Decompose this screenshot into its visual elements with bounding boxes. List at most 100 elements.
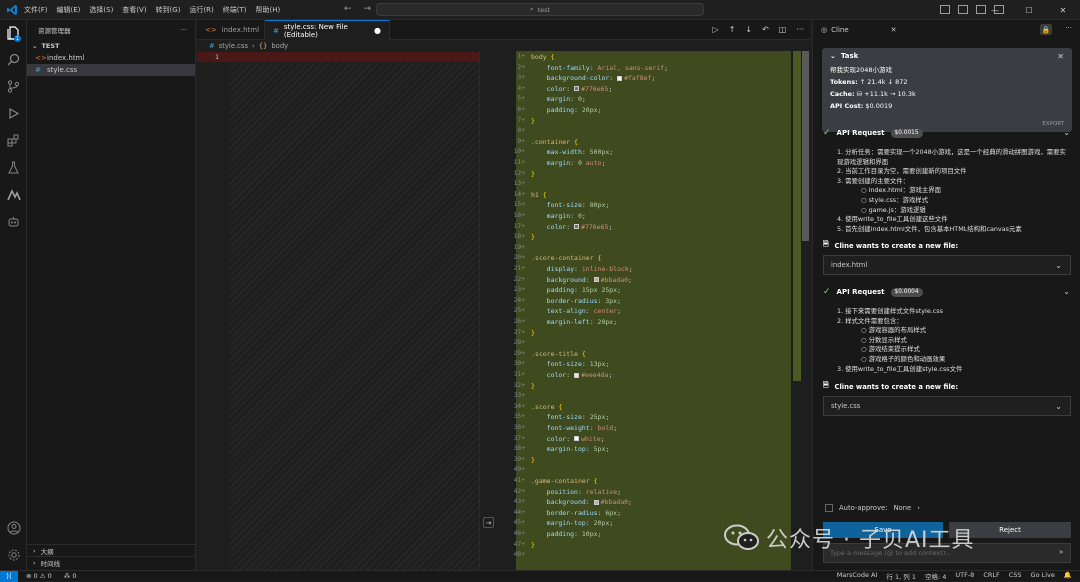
marscode-icon[interactable] xyxy=(6,187,21,202)
chevron-down-icon[interactable]: ⌄ xyxy=(1063,287,1070,296)
file-item-index-html[interactable]: <> index.html xyxy=(27,52,195,64)
code-line[interactable]: h1 { xyxy=(531,190,547,201)
more-actions-icon[interactable]: ··· xyxy=(181,26,187,34)
menu-view[interactable]: 查看(V) xyxy=(122,5,146,15)
code-line[interactable]: padding: 15px 25px; xyxy=(531,285,621,296)
timeline-section[interactable]: › 时间线 xyxy=(27,556,196,568)
command-center-search[interactable]: ⌕ test xyxy=(376,3,704,16)
code-line[interactable]: } xyxy=(531,381,535,392)
status-cursor-position[interactable]: 行 1, 列 1 xyxy=(886,571,916,581)
code-line[interactable]: } xyxy=(531,116,535,127)
auto-approve-row[interactable]: Auto-approve: None › xyxy=(825,504,920,512)
outline-section[interactable]: › 大纲 xyxy=(27,544,196,556)
toggle-sidebar-icon[interactable] xyxy=(940,5,950,14)
code-line[interactable]: padding: 10px; xyxy=(531,529,602,540)
ports-indicator[interactable]: ⁂ 0 xyxy=(64,572,77,580)
color-swatch[interactable] xyxy=(574,86,580,92)
tab-index-html[interactable]: <> index.html xyxy=(197,20,265,40)
status-language[interactable]: CSS xyxy=(1009,571,1022,581)
notifications-bell-icon[interactable]: 🔔 xyxy=(1064,571,1072,581)
code-line[interactable]: text-align: center; xyxy=(531,306,621,317)
code-line[interactable]: display: inline-block; xyxy=(531,264,633,275)
run-debug-icon[interactable] xyxy=(6,106,21,121)
chevron-down-icon[interactable]: ⌄ xyxy=(1063,128,1070,137)
source-control-icon[interactable] xyxy=(6,79,21,94)
auto-approve-checkbox[interactable] xyxy=(825,504,833,512)
folder-root[interactable]: ⌄ TEST xyxy=(27,40,195,52)
code-line[interactable]: font-weight: bold; xyxy=(531,423,617,434)
minimap[interactable] xyxy=(791,51,811,570)
problems-indicator[interactable]: ⊗ 0 ⚠ 0 xyxy=(26,572,52,580)
code-line[interactable]: background-color: #faf8ef; xyxy=(531,73,656,84)
close-window-icon[interactable]: ✕ xyxy=(1046,0,1080,20)
maximize-icon[interactable]: ☐ xyxy=(1012,0,1046,20)
color-swatch[interactable] xyxy=(617,75,623,81)
settings-gear-icon[interactable] xyxy=(6,547,21,562)
file-preview-style-css[interactable]: style.css ⌄ xyxy=(823,396,1071,416)
menu-selection[interactable]: 选择(S) xyxy=(89,5,113,15)
code-line[interactable]: .score-container { xyxy=(531,253,601,264)
account-icon[interactable] xyxy=(6,520,21,535)
file-item-style-css[interactable]: # style.css xyxy=(27,64,195,76)
status-encoding[interactable]: UTF-8 xyxy=(955,571,974,581)
code-line[interactable]: font-size: 25px; xyxy=(531,412,610,423)
more-actions-icon[interactable]: ··· xyxy=(1065,24,1072,32)
code-line[interactable]: margin: 0 auto; xyxy=(531,158,606,169)
color-swatch[interactable] xyxy=(574,224,580,230)
menu-go[interactable]: 转到(G) xyxy=(156,5,181,15)
menu-terminal[interactable]: 终端(T) xyxy=(223,5,247,15)
code-line[interactable]: margin-left: 20px; xyxy=(531,317,617,328)
more-actions-icon[interactable]: ··· xyxy=(796,25,804,34)
code-line[interactable]: } xyxy=(531,455,535,466)
code-line[interactable]: } xyxy=(531,540,535,551)
cline-tab-label[interactable]: Cline xyxy=(831,26,849,34)
diff-modified-pane[interactable]: ⇥ body { font-family: Arial, sans-serif;… xyxy=(479,51,811,570)
status-indentation[interactable]: 空格: 4 xyxy=(925,571,946,581)
code-line[interactable]: color: #776e65; xyxy=(531,222,613,233)
extensions-icon[interactable] xyxy=(6,133,21,148)
color-swatch[interactable] xyxy=(574,436,580,442)
remote-indicator-icon[interactable]: ⟩⟨ xyxy=(0,570,18,582)
code-area[interactable]: body { font-family: Arial, sans-serif; b… xyxy=(529,51,791,570)
forward-arrow-icon[interactable]: → xyxy=(364,4,372,14)
code-line[interactable]: color: #776e65; xyxy=(531,84,613,95)
code-line[interactable]: padding: 20px; xyxy=(531,105,602,116)
code-line[interactable]: font-size: 80px; xyxy=(531,200,610,211)
code-line[interactable]: .score { xyxy=(531,402,562,413)
status-marscode[interactable]: MarsCode AI xyxy=(837,571,878,581)
color-swatch[interactable] xyxy=(574,372,580,378)
code-line[interactable]: margin: 0; xyxy=(531,211,586,222)
code-line[interactable]: font-family: Arial, sans-serif; xyxy=(531,63,668,74)
code-line[interactable]: background: #bbada0; xyxy=(531,275,632,286)
code-line[interactable]: max-width: 500px; xyxy=(531,147,614,158)
code-line[interactable]: border-radius: 6px; xyxy=(531,508,621,519)
arrow-up-icon[interactable]: ↑ xyxy=(729,25,736,34)
code-line[interactable]: margin-top: 5px; xyxy=(531,444,610,455)
code-line[interactable]: border-radius: 3px; xyxy=(531,296,621,307)
color-swatch[interactable] xyxy=(593,277,599,283)
menu-file[interactable]: 文件(F) xyxy=(24,5,48,15)
back-arrow-icon[interactable]: ← xyxy=(344,4,352,14)
code-line[interactable]: } xyxy=(531,328,535,339)
cline-robot-icon[interactable] xyxy=(6,214,21,229)
code-line[interactable]: color: white; xyxy=(531,434,605,445)
code-line[interactable]: margin: 0; xyxy=(531,94,586,105)
code-line[interactable]: font-size: 13px; xyxy=(531,359,610,370)
api-request-2[interactable]: ✓ API Request $0.0004 xyxy=(823,286,923,298)
arrow-down-icon[interactable]: ↓ xyxy=(745,25,752,34)
chevron-down-icon[interactable]: ⌄ xyxy=(830,52,836,60)
code-line[interactable]: .container { xyxy=(531,137,578,148)
menu-help[interactable]: 帮助(H) xyxy=(256,5,281,15)
code-line[interactable]: .score-title { xyxy=(531,349,586,360)
code-line[interactable]: margin-top: 20px; xyxy=(531,518,614,529)
code-line[interactable]: .game-container { xyxy=(531,476,598,487)
close-task-icon[interactable]: ✕ xyxy=(1057,52,1064,61)
diff-original-pane[interactable]: 1 xyxy=(197,51,479,570)
run-icon[interactable]: ▷ xyxy=(713,25,719,34)
split-editor-icon[interactable]: ◫ xyxy=(779,25,787,34)
menu-edit[interactable]: 编辑(E) xyxy=(57,5,81,15)
unsaved-dot-icon[interactable]: ● xyxy=(374,26,381,35)
file-preview-index-html[interactable]: index.html ⌄ xyxy=(823,255,1071,275)
close-icon[interactable]: ✕ xyxy=(891,26,897,34)
tab-style-css[interactable]: # style.css: New File (Editable) ● xyxy=(265,20,390,40)
